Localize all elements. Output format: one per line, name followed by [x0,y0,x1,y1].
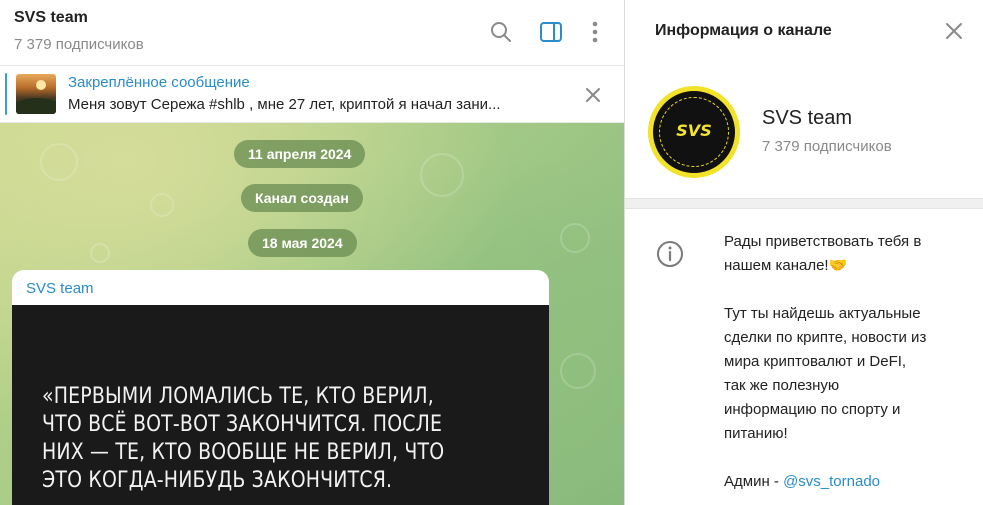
more-button[interactable] [581,18,609,46]
pin-accent-bar [5,73,7,115]
message-bubble[interactable]: SVS team «Первыми ломались те, кто верил… [12,270,549,505]
channel-description: Рады приветствовать тебя в нашем канале!… [724,230,974,494]
service-message-pill: Канал создан [241,184,363,212]
pinned-text: Меня зовут Сережа #shlb , мне 27 лет, кр… [68,96,501,113]
admin-line: Админ - @svs_tornado [724,470,974,494]
sidebar-toggle-button[interactable] [537,18,565,46]
close-icon [946,23,962,39]
more-vertical-icon [592,21,598,43]
about-line: питанию! [724,425,788,442]
about-line: Тут ты найдешь актуальные [724,305,921,322]
chat-title[interactable]: SVS team [14,9,88,27]
message-author[interactable]: SVS team [26,280,94,297]
about-line: мира криптовалют и DeFI, [724,353,907,370]
info-icon [657,241,683,267]
channel-info-panel: Информация о канале SVS SVS team 7 379 п… [625,0,983,505]
about-line: сделки по крипте, новости из [724,329,927,346]
pinned-thumbnail [16,74,56,114]
info-close-button[interactable] [943,20,965,47]
info-panel-title: Информация о канале [655,22,832,39]
quote-text: «Первыми ломались те, кто верил, что всё… [42,384,445,493]
channel-subscribers: 7 379 подписчиков [762,138,892,155]
sidebar-toggle-icon [540,22,562,42]
channel-avatar[interactable]: SVS [648,86,740,178]
message-image[interactable]: «Первыми ломались те, кто верил, что всё… [12,305,549,505]
pinned-close-button[interactable] [582,84,604,111]
about-line: так же полезную [724,377,840,394]
search-icon [491,22,511,42]
avatar-logo-text: SVS [676,121,712,140]
pinned-message[interactable]: Закреплённое сообщение Меня зовут Сережа… [0,66,624,123]
admin-link[interactable]: @svs_tornado [783,473,880,490]
chat-header[interactable]: SVS team 7 379 подписчиков [0,0,624,66]
date-pill: 18 мая 2024 [248,229,357,257]
search-button[interactable] [487,18,515,46]
admin-label: Админ - [724,473,784,490]
channel-name: SVS team [762,107,853,129]
about-line: нашем канале!🤝 [724,257,848,274]
close-icon [586,88,600,102]
pinned-title: Закреплённое сообщение [68,74,250,91]
about-line: информацию по спорту и [724,401,901,418]
chat-panel: SVS team 7 379 подписчиков Закреплённое … [0,0,624,505]
chat-subscribers: 7 379 подписчиков [14,36,144,53]
about-info-icon-wrap [656,240,684,273]
about-line: Рады приветствовать тебя в [724,233,922,250]
section-separator [625,198,983,209]
date-pill: 11 апреля 2024 [234,140,366,168]
